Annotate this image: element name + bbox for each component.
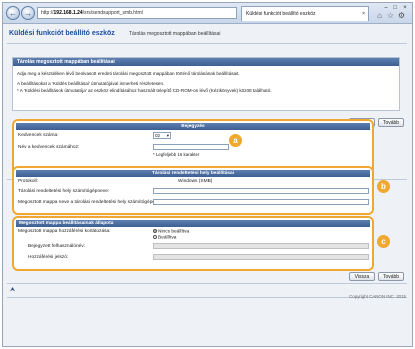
back-button-bottom[interactable]: Vissza xyxy=(349,272,375,281)
shared-folder-path-label: Megosztott mappa neve a tárolási rendelt… xyxy=(18,200,160,205)
copyright: Copyright CANON INC. 2015 xyxy=(349,294,406,299)
intro-heading: Tárolás megosztott mappában beállításai xyxy=(13,58,399,66)
page-title: Tárolás megosztott mappában beállításai xyxy=(129,31,221,37)
next-button-bottom[interactable]: Tovább xyxy=(378,272,404,281)
radio-unselected-icon xyxy=(153,235,157,239)
favorite-number-label: Kedvencek száma: xyxy=(18,133,59,138)
favorite-name-hint: * Legfeljebb 16 karakter xyxy=(153,152,200,157)
header-divider xyxy=(7,43,407,44)
bottom-divider xyxy=(7,283,407,284)
chevron-down-icon: ▾ xyxy=(166,133,169,138)
destination-heading: Tárolási rendeltetési hely beállításai xyxy=(16,170,370,177)
protocol-value: Windows (SMB) xyxy=(178,179,213,184)
access-restriction-label: Megosztott mappa hozzáférési korlátozása… xyxy=(18,229,111,234)
favorite-number-value: 02 xyxy=(155,133,161,138)
protocol-label: Protokoll: xyxy=(18,179,38,184)
back-arrow-icon[interactable]: ← xyxy=(6,6,20,20)
home-icon[interactable]: ⌂ xyxy=(375,11,384,20)
destination-section: Tárolási rendeltetési hely beállításai P… xyxy=(12,166,374,215)
favorite-number-select[interactable]: 02 ▾ xyxy=(153,132,171,139)
address-bar[interactable]: http://192.168.1.24/srs/sendsupport_smb.… xyxy=(37,7,237,19)
host-name-label: Tárolási rendeltetési hely számítógépnev… xyxy=(18,189,110,194)
favorites-star-icon[interactable]: ☆ xyxy=(386,11,395,20)
callout-badge-a: a xyxy=(229,134,242,147)
tab-title: Küldési funkciót beállító eszköz xyxy=(246,11,316,17)
user-name-label: Bejegyzett felhasználónév: xyxy=(28,244,86,249)
intro-line-2: A beállításokat a 'Küldés beállításai' ú… xyxy=(17,81,165,86)
access-password-input[interactable] xyxy=(153,254,369,260)
shared-folder-path-input[interactable] xyxy=(153,199,369,205)
folder-status-heading: Megosztott mappa beállításainak állapota xyxy=(16,220,370,227)
browser-tab[interactable]: Küldési funkciót beállító eszköz × xyxy=(241,6,369,21)
page-header: Küldési funkciót beállító eszköz Tárolás… xyxy=(7,28,407,42)
page-top-icon[interactable]: ⮝ xyxy=(10,287,15,294)
radio-selected-icon xyxy=(153,229,157,233)
close-tab-icon[interactable]: × xyxy=(362,11,365,17)
next-button-top[interactable]: Tovább xyxy=(378,118,404,127)
browser-toolbar: ← → http://192.168.1.24/srs/sendsupport_… xyxy=(3,3,412,24)
radio-set[interactable]: Beállítva xyxy=(153,235,176,240)
callout-badge-b: b xyxy=(377,180,390,193)
user-name-input[interactable] xyxy=(153,243,369,249)
registration-heading: Bejegyzés xyxy=(16,123,370,130)
host-name-input[interactable] xyxy=(153,188,369,194)
footer-divider xyxy=(7,297,407,298)
favorite-name-label: Név a kedvencek számához: xyxy=(18,145,80,150)
address-url: http://192.168.1.24/srs/sendsupport_smb.… xyxy=(41,10,143,16)
callout-badge-c: c xyxy=(377,235,390,248)
folder-status-section: Megosztott mappa beállításainak állapota… xyxy=(12,216,374,271)
radio-not-set[interactable]: Nincs beállítva xyxy=(153,229,189,234)
page-content: Küldési funkciót beállító eszköz Tárolás… xyxy=(3,24,412,346)
intro-panel: Tárolás megosztott mappában beállításai … xyxy=(12,57,400,111)
settings-gear-icon[interactable]: ⚙ xyxy=(397,11,406,20)
access-password-label: Hozzáférési jelszó: xyxy=(28,255,69,260)
favorite-name-input[interactable] xyxy=(153,144,229,150)
browser-window: ← → http://192.168.1.24/srs/sendsupport_… xyxy=(2,2,413,347)
intro-line-1: Adja meg a készüléken lévő beolvasott er… xyxy=(17,71,240,76)
intro-line-3: * A 'Küldési beállítások útmutatója' az … xyxy=(17,88,272,93)
app-title: Küldési funkciót beállító eszköz xyxy=(9,30,115,37)
forward-arrow-icon[interactable]: → xyxy=(21,6,35,20)
